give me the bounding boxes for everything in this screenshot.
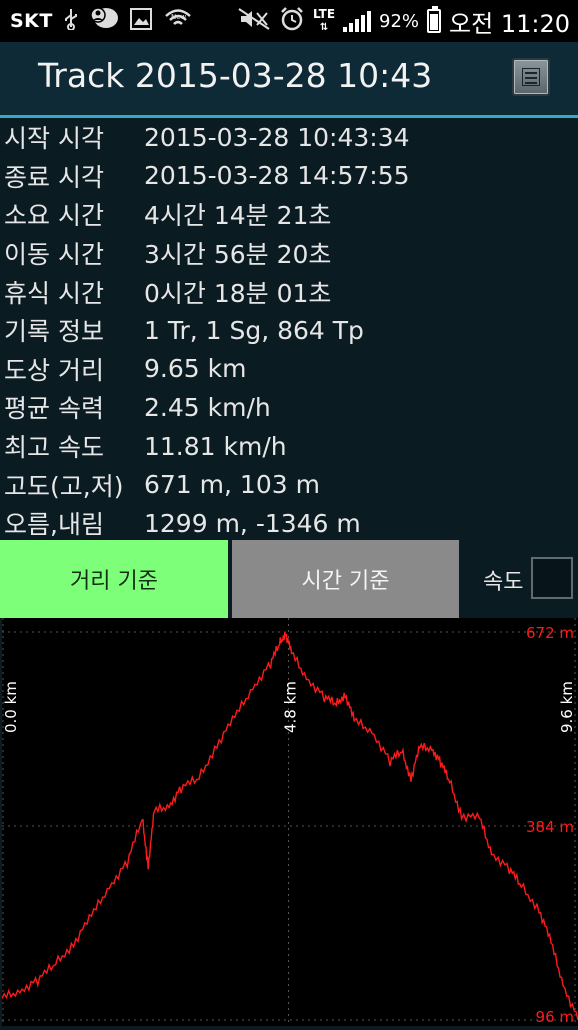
- elevation-chart[interactable]: 0.0 km 4.8 km 9.6 km 672 m 384 m 96 m: [1, 618, 578, 1026]
- clock: 오전 11:20: [449, 9, 570, 38]
- info-label: 최고 속도: [4, 433, 104, 463]
- info-value: 11.81 km/h: [144, 431, 287, 461]
- svg-text:New: New: [171, 13, 187, 21]
- info-row: 평균 속력 2.45 km/h: [0, 388, 578, 427]
- info-row: 기록 정보 1 Tr, 1 Sg, 864 Tp: [0, 311, 578, 350]
- carrier-label: SKT: [10, 10, 53, 32]
- signal-icon: [343, 10, 372, 32]
- info-value: 1299 m, -1346 m: [144, 508, 361, 538]
- menu-button[interactable]: [512, 58, 550, 96]
- usb-icon: [63, 8, 79, 35]
- x-tick-label: 9.6 km: [558, 681, 576, 733]
- x-tick-label: 0.0 km: [2, 681, 20, 733]
- info-value: 2015-03-28 14:57:55: [144, 161, 410, 191]
- info-value: 671 m, 103 m: [144, 470, 320, 500]
- info-value: 2.45 km/h: [144, 392, 271, 422]
- y-tick-label: 672 m: [526, 624, 574, 642]
- menu-list-icon: [522, 68, 540, 86]
- info-label: 소요 시간: [4, 201, 104, 231]
- wifi-new-icon: New: [163, 7, 193, 36]
- info-label: 휴식 시간: [4, 278, 104, 308]
- info-value: 0시간 18분 01초: [144, 278, 332, 308]
- info-label: 도상 거리: [4, 355, 104, 385]
- speed-label: 속도: [483, 570, 524, 595]
- info-label: 고도(고,저): [4, 471, 124, 501]
- chat-icon: [89, 6, 119, 37]
- info-value: 2015-03-28 10:43:34: [144, 122, 410, 152]
- mute-icon: [237, 7, 271, 35]
- info-row: 도상 거리 9.65 km: [0, 350, 578, 389]
- info-row: 이동 시간 3시간 56분 20초: [0, 234, 578, 273]
- track-info-list: 시작 시각 2015-03-28 10:43:34 종료 시각 2015-03-28 …: [0, 118, 578, 543]
- info-label: 기록 정보: [4, 317, 104, 347]
- page-title: Track 2015-03-28 10:43: [38, 56, 433, 95]
- distance-basis-button[interactable]: 거리 기준: [0, 540, 228, 618]
- elevation-chart-svg: 0.0 km 4.8 km 9.6 km 672 m 384 m 96 m: [1, 618, 578, 1026]
- network-label: LTE: [312, 7, 336, 21]
- y-tick-label: 384 m: [526, 818, 574, 836]
- y-tick-label: 96 m: [536, 1008, 574, 1026]
- alarm-icon: [279, 6, 305, 36]
- info-row: 오름,내림 1299 m, -1346 m: [0, 504, 578, 543]
- image-icon: [129, 7, 153, 36]
- battery-icon: [427, 6, 442, 33]
- info-value: 3시간 56분 20초: [144, 240, 332, 270]
- battery-percent: 92%: [379, 10, 420, 32]
- x-tick-label: 4.8 km: [282, 681, 300, 733]
- speed-checkbox[interactable]: [531, 557, 573, 599]
- info-label: 평균 속력: [4, 394, 104, 424]
- status-bar: SKT New LTE ⇅ 92% 오전 11:20: [0, 0, 578, 42]
- info-row: 종료 시각 2015-03-28 14:57:55: [0, 157, 578, 196]
- info-value: 4시간 14분 21초: [144, 201, 332, 231]
- network-type: LTE ⇅: [312, 7, 336, 33]
- info-label: 오름,내림: [4, 510, 104, 540]
- info-label: 종료 시각: [4, 162, 104, 192]
- info-row: 시작 시각 2015-03-28 10:43:34: [0, 118, 578, 157]
- chart-mode-bar: 거리 기준 시간 기준 속도: [0, 540, 578, 618]
- info-value: 9.65 km: [144, 354, 247, 384]
- app-bar: Track 2015-03-28 10:43: [0, 42, 578, 118]
- info-label: 이동 시간: [4, 240, 104, 270]
- info-row: 최고 속도 11.81 km/h: [0, 427, 578, 466]
- info-value: 1 Tr, 1 Sg, 864 Tp: [144, 315, 364, 345]
- info-label: 시작 시각: [4, 124, 104, 154]
- info-row: 고도(고,저) 671 m, 103 m: [0, 465, 578, 504]
- info-row: 소요 시간 4시간 14분 21초: [0, 195, 578, 234]
- info-row: 휴식 시간 0시간 18분 01초: [0, 272, 578, 311]
- time-basis-button[interactable]: 시간 기준: [232, 540, 459, 618]
